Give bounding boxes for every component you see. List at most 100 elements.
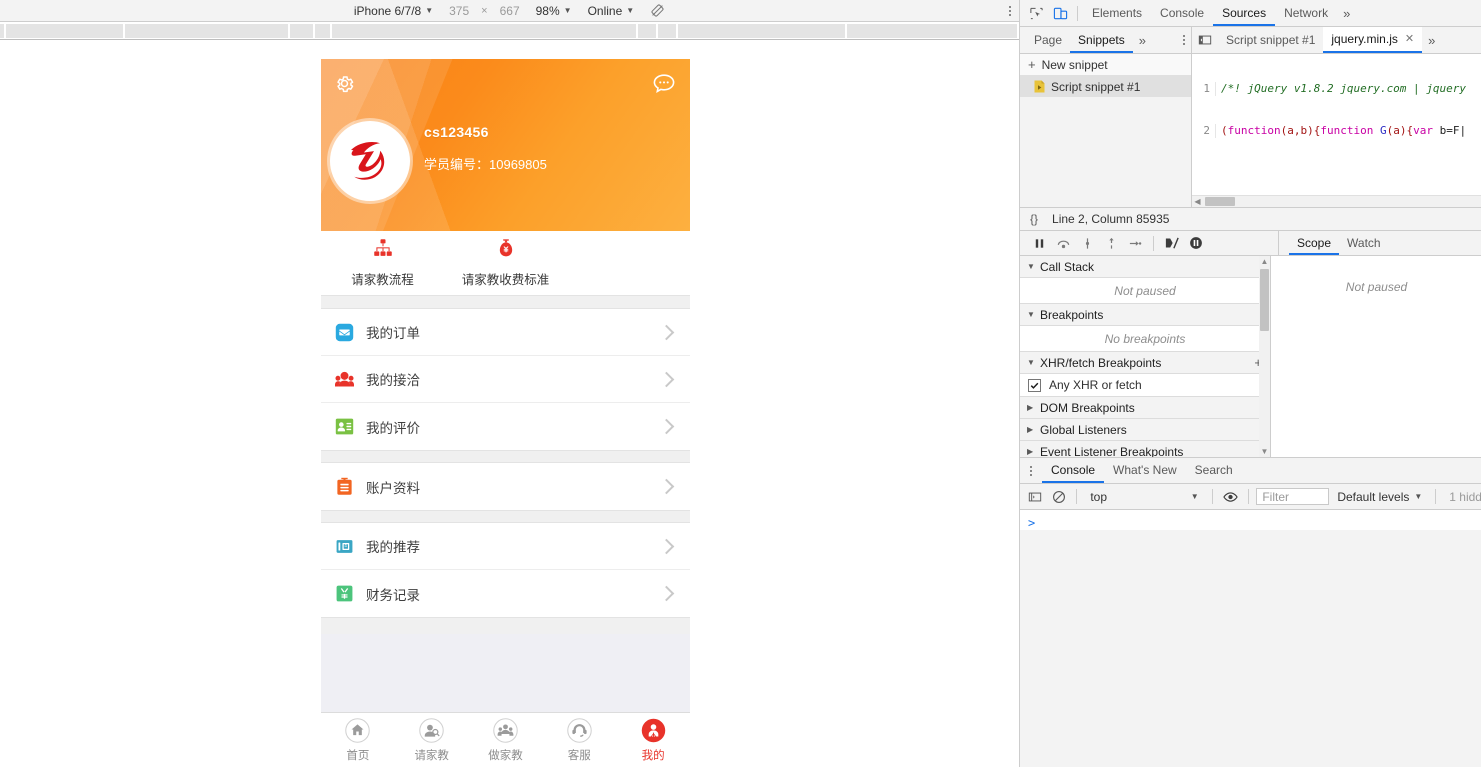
console-sidebar-icon[interactable] (1024, 486, 1046, 508)
chevron-down-icon: ▼ (1414, 492, 1422, 501)
menu-item-label: 账户资料 (366, 477, 661, 497)
device-toolbar-menu-button[interactable] (1009, 0, 1011, 21)
clear-console-icon[interactable] (1048, 486, 1070, 508)
drawer-menu-button[interactable] (1020, 466, 1042, 476)
viewport-width-input[interactable]: 375 (441, 0, 477, 21)
menu-item-my-referrals[interactable]: 我的推荐 (321, 523, 690, 570)
pane-header-call-stack[interactable]: ▼ Call Stack (1020, 256, 1270, 278)
quick-action-tutoring-process[interactable]: 请家教流程 (321, 238, 444, 288)
device-toolbar-icon[interactable] (1048, 1, 1072, 25)
pane-header-xhr-breakpoints[interactable]: ▼ XHR/fetch Breakpoints + (1020, 352, 1270, 374)
sidebar-tab-scope[interactable]: Scope (1289, 231, 1339, 255)
code-token: function (1320, 124, 1373, 137)
divider (1248, 489, 1249, 504)
menu-item-label: 我的接洽 (366, 369, 661, 389)
rotate-button[interactable] (642, 0, 673, 21)
tab-network[interactable]: Network (1275, 0, 1337, 26)
viewport-height-value: 667 (500, 4, 520, 18)
device-select-label: iPhone 6/7/8 (354, 4, 421, 18)
new-snippet-button[interactable]: + New snippet (1020, 54, 1191, 76)
pane-header-event-listener-breakpoints[interactable]: ▶ Event Listener Breakpoints (1020, 441, 1270, 457)
format-code-icon[interactable]: {} (1030, 212, 1038, 226)
sidebar-vertical-scrollbar[interactable]: ▲ ▼ (1259, 256, 1270, 457)
triangle-down-icon: ▼ (1027, 358, 1034, 367)
tab-console[interactable]: Console (1151, 0, 1213, 26)
network-throttling-select[interactable]: Online ▼ (580, 0, 643, 21)
step-into-button[interactable] (1076, 232, 1098, 254)
nav-tab-snippets[interactable]: Snippets (1070, 27, 1133, 53)
pause-script-button[interactable] (1028, 232, 1050, 254)
more-tabs-icon[interactable]: » (1337, 6, 1356, 21)
viewport-ruler[interactable] (0, 22, 1019, 40)
code-editor[interactable]: 1 /*! jQuery v1.8.2 jquery.com | jquery … (1192, 54, 1481, 195)
levels-value: Default levels (1337, 490, 1409, 504)
menu-item-my-contacts[interactable]: 我的接洽 (321, 356, 690, 403)
console-levels-select[interactable]: Default levels ▼ (1331, 490, 1428, 504)
xhr-breakpoint-row[interactable]: Any XHR or fetch (1020, 374, 1270, 397)
screen-root: iPhone 6/7/8 ▼ 375 × 667 98% ▼ Online ▼ (0, 0, 1481, 767)
device-select[interactable]: iPhone 6/7/8 ▼ (346, 0, 441, 21)
editor-tab-jquery[interactable]: jquery.min.js ✕ (1323, 27, 1422, 53)
console-context-select[interactable]: top ▼ (1084, 490, 1204, 504)
line-number: 2 (1192, 124, 1216, 138)
scroll-up-arrow-icon[interactable]: ▲ (1261, 256, 1269, 267)
more-nav-tabs-icon[interactable]: » (1133, 33, 1152, 48)
pane-header-dom-breakpoints[interactable]: ▶ DOM Breakpoints (1020, 397, 1270, 419)
user-badge-icon (640, 718, 666, 744)
nav-tab-page[interactable]: Page (1026, 27, 1070, 53)
pane-header-breakpoints[interactable]: ▼ Breakpoints (1020, 304, 1270, 326)
step-over-button[interactable] (1052, 232, 1074, 254)
step-button[interactable] (1124, 232, 1146, 254)
menu-item-account-info[interactable]: 账户资料 (321, 463, 690, 510)
collapse-sidebar-icon[interactable] (1192, 33, 1218, 47)
any-xhr-checkbox[interactable] (1028, 379, 1041, 392)
tab-home[interactable]: 首页 (321, 718, 395, 763)
tab-elements[interactable]: Elements (1083, 0, 1151, 26)
devtools-panel: Elements Console Sources Network » Page … (1019, 0, 1481, 767)
sidebar-tab-watch[interactable]: Watch (1339, 231, 1389, 255)
profile-text-block: cs123456 学员编号：10969805 (424, 124, 547, 173)
close-icon[interactable]: ✕ (1405, 26, 1414, 52)
snippet-item[interactable]: Script snippet #1 (1020, 76, 1191, 97)
tab-sources[interactable]: Sources (1213, 0, 1275, 26)
tab-mine[interactable]: 我的 (616, 718, 690, 763)
avatar[interactable] (330, 121, 410, 201)
menu-item-my-reviews[interactable]: 我的评价 (321, 403, 690, 450)
gear-icon[interactable] (334, 73, 355, 94)
brand-logo (335, 126, 405, 196)
tab-be-tutor[interactable]: 做家教 (469, 718, 543, 763)
tab-request-tutor[interactable]: 请家教 (395, 718, 469, 763)
filter-placeholder-text: Filter (1262, 490, 1289, 504)
console-prompt-icon: > (1028, 516, 1035, 530)
tab-support[interactable]: 客服 (542, 718, 616, 763)
drawer-tab-whats-new[interactable]: What's New (1104, 458, 1186, 483)
menu-item-my-orders[interactable]: 我的订单 (321, 309, 690, 356)
more-editor-tabs-icon[interactable]: » (1422, 33, 1441, 48)
viewport-height-input[interactable]: 667 (492, 0, 528, 21)
navigator-menu-button[interactable] (1183, 35, 1185, 45)
chevron-down-icon: ▼ (626, 7, 634, 15)
pane-title: XHR/fetch Breakpoints (1040, 356, 1161, 370)
quick-action-fee-standard[interactable]: 请家教收费标准 (444, 238, 567, 288)
inspect-cursor-icon[interactable] (1024, 1, 1048, 25)
scroll-left-arrow-icon[interactable]: ◀ (1192, 196, 1203, 207)
step-out-button[interactable] (1100, 232, 1122, 254)
deactivate-breakpoints-button[interactable] (1161, 232, 1183, 254)
console-output-area[interactable]: > (1020, 510, 1481, 530)
editor-tab-script-snippet[interactable]: Script snippet #1 (1218, 27, 1323, 53)
pane-header-global-listeners[interactable]: ▶ Global Listeners (1020, 419, 1270, 441)
console-filter-input[interactable]: Filter (1256, 488, 1329, 505)
editor-horizontal-scrollbar[interactable]: ◀ (1192, 195, 1481, 207)
menu-item-finance-records[interactable]: 财务记录 (321, 570, 690, 617)
zoom-select[interactable]: 98% ▼ (528, 0, 580, 21)
drawer-tab-console[interactable]: Console (1042, 458, 1104, 483)
pause-on-exceptions-button[interactable] (1185, 232, 1207, 254)
profile-username: cs123456 (424, 124, 547, 140)
drawer-tab-search[interactable]: Search (1186, 458, 1242, 483)
chat-bubble-icon[interactable] (652, 73, 676, 95)
scrollbar-thumb[interactable] (1205, 197, 1235, 206)
scrollbar-thumb[interactable] (1260, 269, 1269, 331)
scroll-down-arrow-icon[interactable]: ▼ (1261, 446, 1269, 457)
live-expression-icon[interactable] (1220, 486, 1242, 508)
triangle-right-icon: ▶ (1027, 425, 1034, 434)
